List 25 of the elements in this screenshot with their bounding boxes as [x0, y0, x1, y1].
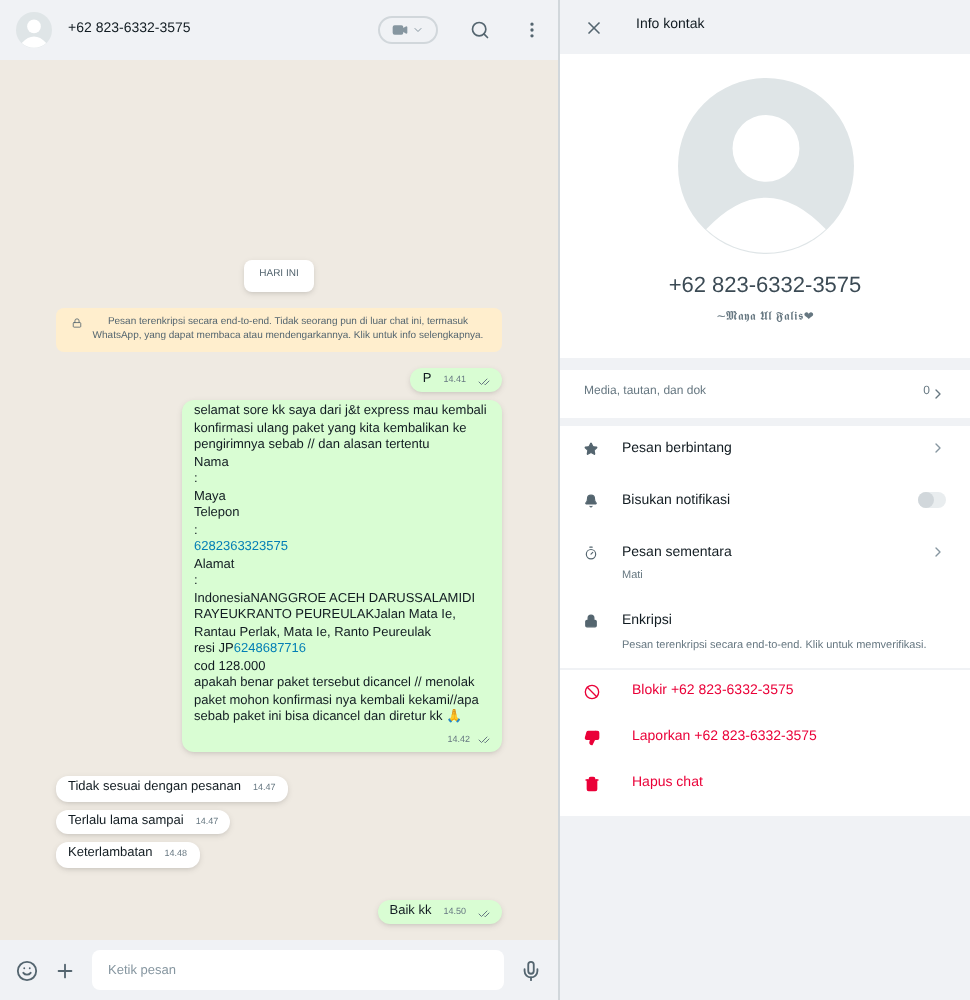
block-icon — [584, 684, 600, 700]
search-icon[interactable] — [470, 20, 490, 40]
thumbs-down-icon — [584, 730, 600, 746]
video-call-button[interactable] — [378, 16, 438, 44]
read-ticks-icon — [478, 733, 490, 746]
close-icon[interactable] — [584, 17, 604, 37]
lock-icon — [72, 317, 82, 327]
lock-icon — [584, 614, 598, 628]
read-ticks-icon — [478, 376, 490, 388]
toggle-switch[interactable] — [918, 491, 946, 507]
video-camera-icon — [392, 22, 408, 38]
read-ticks-icon — [478, 908, 490, 920]
caret-icon — [412, 24, 424, 36]
chevron-icon — [930, 385, 946, 401]
chevron-icon — [930, 439, 946, 455]
chevron-icon — [930, 543, 946, 559]
mic-icon[interactable] — [520, 959, 542, 981]
contact-avatar — [16, 12, 52, 48]
profile-phone: +62 823-6332-3575 — [668, 272, 862, 302]
timer-icon — [584, 545, 598, 559]
trash-icon — [584, 776, 600, 792]
attach-icon[interactable] — [54, 959, 76, 981]
emoji-icon[interactable] — [16, 959, 38, 981]
bell-icon — [584, 493, 598, 507]
star-icon — [584, 441, 598, 455]
